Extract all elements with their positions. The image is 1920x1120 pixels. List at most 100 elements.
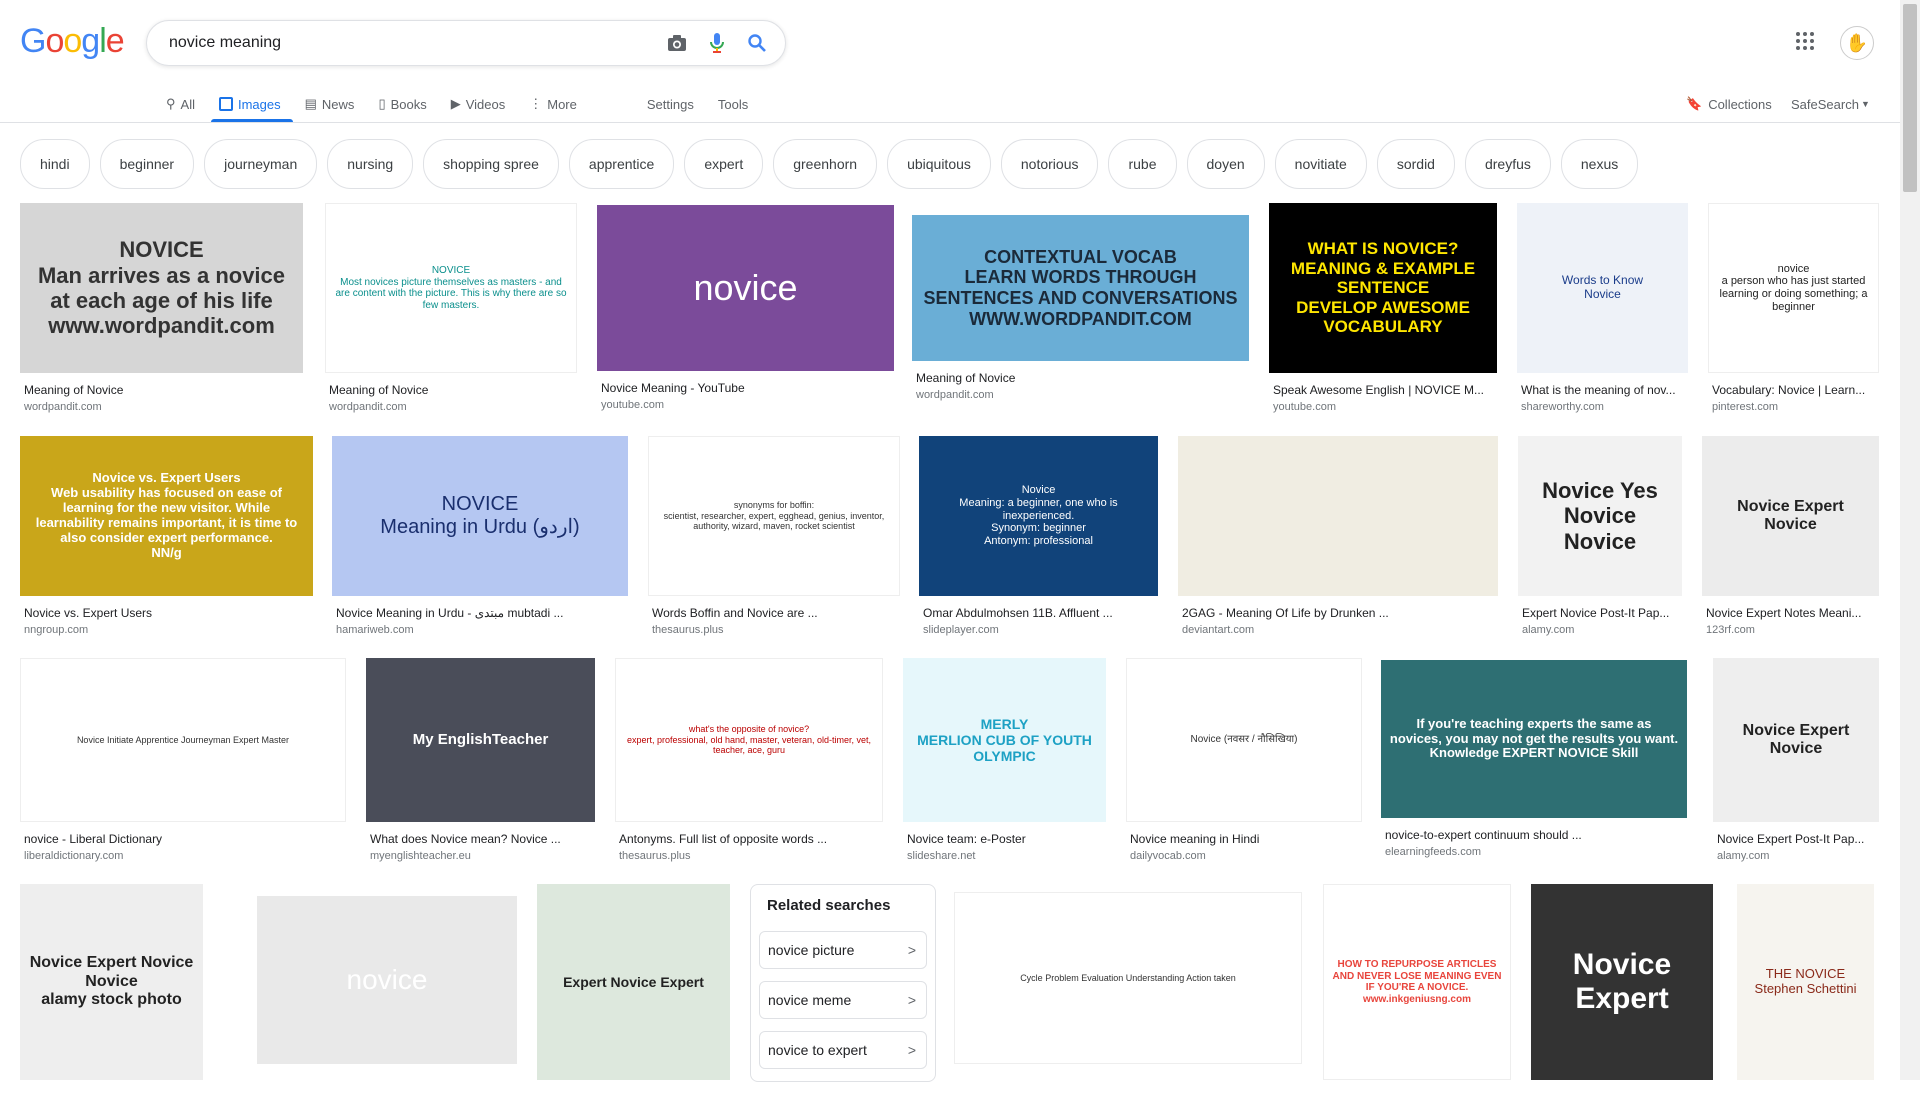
result-title[interactable]: Novice team: e-Poster [907, 832, 1104, 846]
search-icon[interactable] [745, 31, 769, 55]
image-result[interactable]: NOVICE Most novices picture themselves a… [325, 203, 577, 413]
result-title[interactable]: Novice Expert Notes Meani... [1706, 606, 1877, 620]
related-search-item[interactable]: novice to expert > [759, 1031, 927, 1069]
page-scrollbar[interactable] [1900, 0, 1920, 1080]
image-thumbnail[interactable]: novice [257, 896, 517, 1064]
tab-all[interactable]: ⚲ All [166, 90, 195, 118]
image-thumbnail[interactable]: HOW TO REPURPOSE ARTICLES AND NEVER LOSE… [1323, 884, 1511, 1080]
result-title[interactable]: Vocabulary: Novice | Learn... [1712, 383, 1877, 397]
image-thumbnail[interactable]: synonyms for boffin: scientist, research… [648, 436, 900, 596]
image-thumbnail[interactable]: novice [597, 205, 894, 371]
chip[interactable]: nexus [1560, 139, 1639, 189]
chip[interactable]: rube [1108, 139, 1177, 189]
image-result[interactable]: My EnglishTeacher What does Novice mean? … [366, 658, 595, 862]
image-thumbnail[interactable]: WHAT IS NOVICE? MEANING & EXAMPLE SENTEN… [1269, 203, 1497, 373]
image-result[interactable]: novice a person who has just started lea… [1708, 203, 1879, 413]
image-thumbnail[interactable]: Novice Yes Novice Novice [1518, 436, 1682, 596]
chip[interactable]: dreyfus [1464, 139, 1551, 189]
result-title[interactable]: Novice Meaning in Urdu - مبتدی mubtadi .… [336, 606, 626, 620]
image-thumbnail[interactable]: NOVICE Man arrives as a novice at each a… [20, 203, 303, 373]
result-title[interactable]: What is the meaning of nov... [1521, 383, 1686, 397]
search-input[interactable] [167, 31, 641, 55]
image-result[interactable]: Expert Novice Expert [537, 884, 730, 1120]
camera-icon[interactable] [665, 31, 689, 55]
image-result[interactable]: WHAT IS NOVICE? MEANING & EXAMPLE SENTEN… [1269, 203, 1497, 413]
image-result[interactable]: Novice Expert Novice Novice Expert Notes … [1702, 436, 1879, 636]
image-result[interactable]: novice [257, 896, 517, 1104]
chip[interactable]: notorious [1000, 139, 1099, 189]
result-title[interactable]: 2GAG - Meaning Of Life by Drunken ... [1182, 606, 1496, 620]
image-thumbnail[interactable]: MERLY MERLION CUB OF YOUTH OLYMPIC [903, 658, 1106, 822]
chip[interactable]: beginner [99, 139, 195, 189]
image-thumbnail[interactable]: Novice Expert Novice [1713, 658, 1879, 822]
image-thumbnail[interactable]: NOVICE Most novices picture themselves a… [325, 203, 577, 373]
google-logo[interactable]: Google [20, 22, 125, 61]
chip[interactable]: novitiate [1274, 139, 1367, 189]
image-result[interactable]: Novice Expert Novice Novice Expert Post-I… [1713, 658, 1879, 862]
image-result[interactable]: MERLY MERLION CUB OF YOUTH OLYMPIC Novice… [903, 658, 1106, 862]
image-thumbnail[interactable]: THE NOVICE Stephen Schettini [1737, 884, 1874, 1080]
tab-videos[interactable]: ▶ Videos [451, 90, 506, 118]
image-result[interactable]: NOVICE Man arrives as a novice at each a… [20, 203, 303, 413]
image-result[interactable]: NOVICE Meaning in Urdu (اردو) Novice Mean… [332, 436, 628, 636]
image-thumbnail[interactable]: Novice Expert [1531, 884, 1713, 1080]
image-thumbnail[interactable]: Cycle Problem Evaluation Understanding A… [954, 892, 1302, 1064]
collections-link[interactable]: 🔖 Collections [1686, 90, 1772, 118]
image-thumbnail[interactable]: Novice Expert Novice Novice alamy stock … [20, 884, 203, 1080]
result-title[interactable]: Meaning of Novice [329, 383, 575, 397]
image-result[interactable]: THE NOVICE Stephen Schettini [1737, 884, 1874, 1120]
tab-news[interactable]: ▤ News [305, 90, 355, 118]
image-result[interactable]: Novice Meaning: a beginner, one who is i… [919, 436, 1158, 636]
result-title[interactable]: Speak Awesome English | NOVICE M... [1273, 383, 1495, 397]
result-title[interactable]: Expert Novice Post-It Pap... [1522, 606, 1680, 620]
image-thumbnail[interactable]: Expert Novice Expert [537, 884, 730, 1080]
image-thumbnail[interactable]: NOVICE Meaning in Urdu (اردو) [332, 436, 628, 596]
result-title[interactable]: Novice Expert Post-It Pap... [1717, 832, 1877, 846]
image-result[interactable]: what's the opposite of novice? expert, p… [615, 658, 883, 862]
chip[interactable]: ubiquitous [887, 139, 991, 189]
chip[interactable]: nursing [327, 139, 414, 189]
chip[interactable]: hindi [20, 139, 90, 189]
result-title[interactable]: Antonyms. Full list of opposite words ..… [619, 832, 881, 846]
result-title[interactable]: Meaning of Novice [916, 371, 1247, 385]
image-thumbnail[interactable] [1178, 436, 1498, 596]
image-result[interactable]: Novice (नवसर / नौसिखिया) Novice meaning i… [1126, 658, 1362, 862]
tab-more[interactable]: ⋮ More [529, 90, 577, 118]
image-thumbnail[interactable]: novice a person who has just started lea… [1708, 203, 1879, 373]
image-result[interactable]: Novice Yes Novice Novice Expert Novice Po… [1518, 436, 1682, 636]
result-title[interactable]: Words Boffin and Novice are ... [652, 606, 898, 620]
settings-link[interactable]: Settings [647, 90, 694, 118]
image-result[interactable]: Novice Expert [1531, 884, 1713, 1120]
tab-books[interactable]: ▯ Books [378, 90, 426, 118]
image-result[interactable]: novice Novice Meaning - YouTube youtube.co… [597, 205, 894, 411]
image-result[interactable]: HOW TO REPURPOSE ARTICLES AND NEVER LOSE… [1323, 884, 1511, 1120]
image-thumbnail[interactable]: Novice Meaning: a beginner, one who is i… [919, 436, 1158, 596]
result-title[interactable]: Omar Abdulmohsen 11B. Affluent ... [923, 606, 1156, 620]
result-title[interactable]: Novice vs. Expert Users [24, 606, 311, 620]
safesearch-dropdown[interactable]: SafeSearch ▼ [1791, 90, 1870, 118]
chip[interactable]: sordid [1376, 139, 1455, 189]
apps-grid-icon[interactable] [1795, 31, 1819, 55]
image-thumbnail[interactable]: My EnglishTeacher [366, 658, 595, 822]
image-result[interactable]: Novice Initiate Apprentice Journeyman Ex… [20, 658, 346, 862]
image-result[interactable]: Cycle Problem Evaluation Understanding A… [954, 892, 1302, 1104]
image-thumbnail[interactable]: what's the opposite of novice? expert, p… [615, 658, 883, 822]
image-thumbnail[interactable]: Novice Initiate Apprentice Journeyman Ex… [20, 658, 346, 822]
image-result[interactable]: Novice vs. Expert Users Web usability ha… [20, 436, 313, 636]
image-result[interactable]: synonyms for boffin: scientist, research… [648, 436, 900, 636]
image-thumbnail[interactable]: Novice Expert Novice [1702, 436, 1879, 596]
image-thumbnail[interactable]: CONTEXTUAL VOCAB LEARN WORDS THROUGH SEN… [912, 215, 1249, 361]
account-avatar[interactable]: ✋ [1840, 26, 1874, 60]
image-thumbnail[interactable]: Novice (नवसर / नौसिखिया) [1126, 658, 1362, 822]
chip[interactable]: apprentice [568, 139, 675, 189]
result-title[interactable]: Meaning of Novice [24, 383, 301, 397]
scrollbar-thumb[interactable] [1903, 4, 1917, 192]
result-title[interactable]: What does Novice mean? Novice ... [370, 832, 593, 846]
image-result[interactable]: Novice Expert Novice Novice alamy stock … [20, 884, 203, 1120]
result-title[interactable]: novice - Liberal Dictionary [24, 832, 344, 846]
related-search-item[interactable]: novice picture > [759, 931, 927, 969]
tab-images[interactable]: Images [211, 90, 293, 122]
related-search-item[interactable]: novice meme > [759, 981, 927, 1019]
image-thumbnail[interactable]: Words to Know Novice [1517, 203, 1688, 373]
chip[interactable]: journeyman [204, 139, 318, 189]
